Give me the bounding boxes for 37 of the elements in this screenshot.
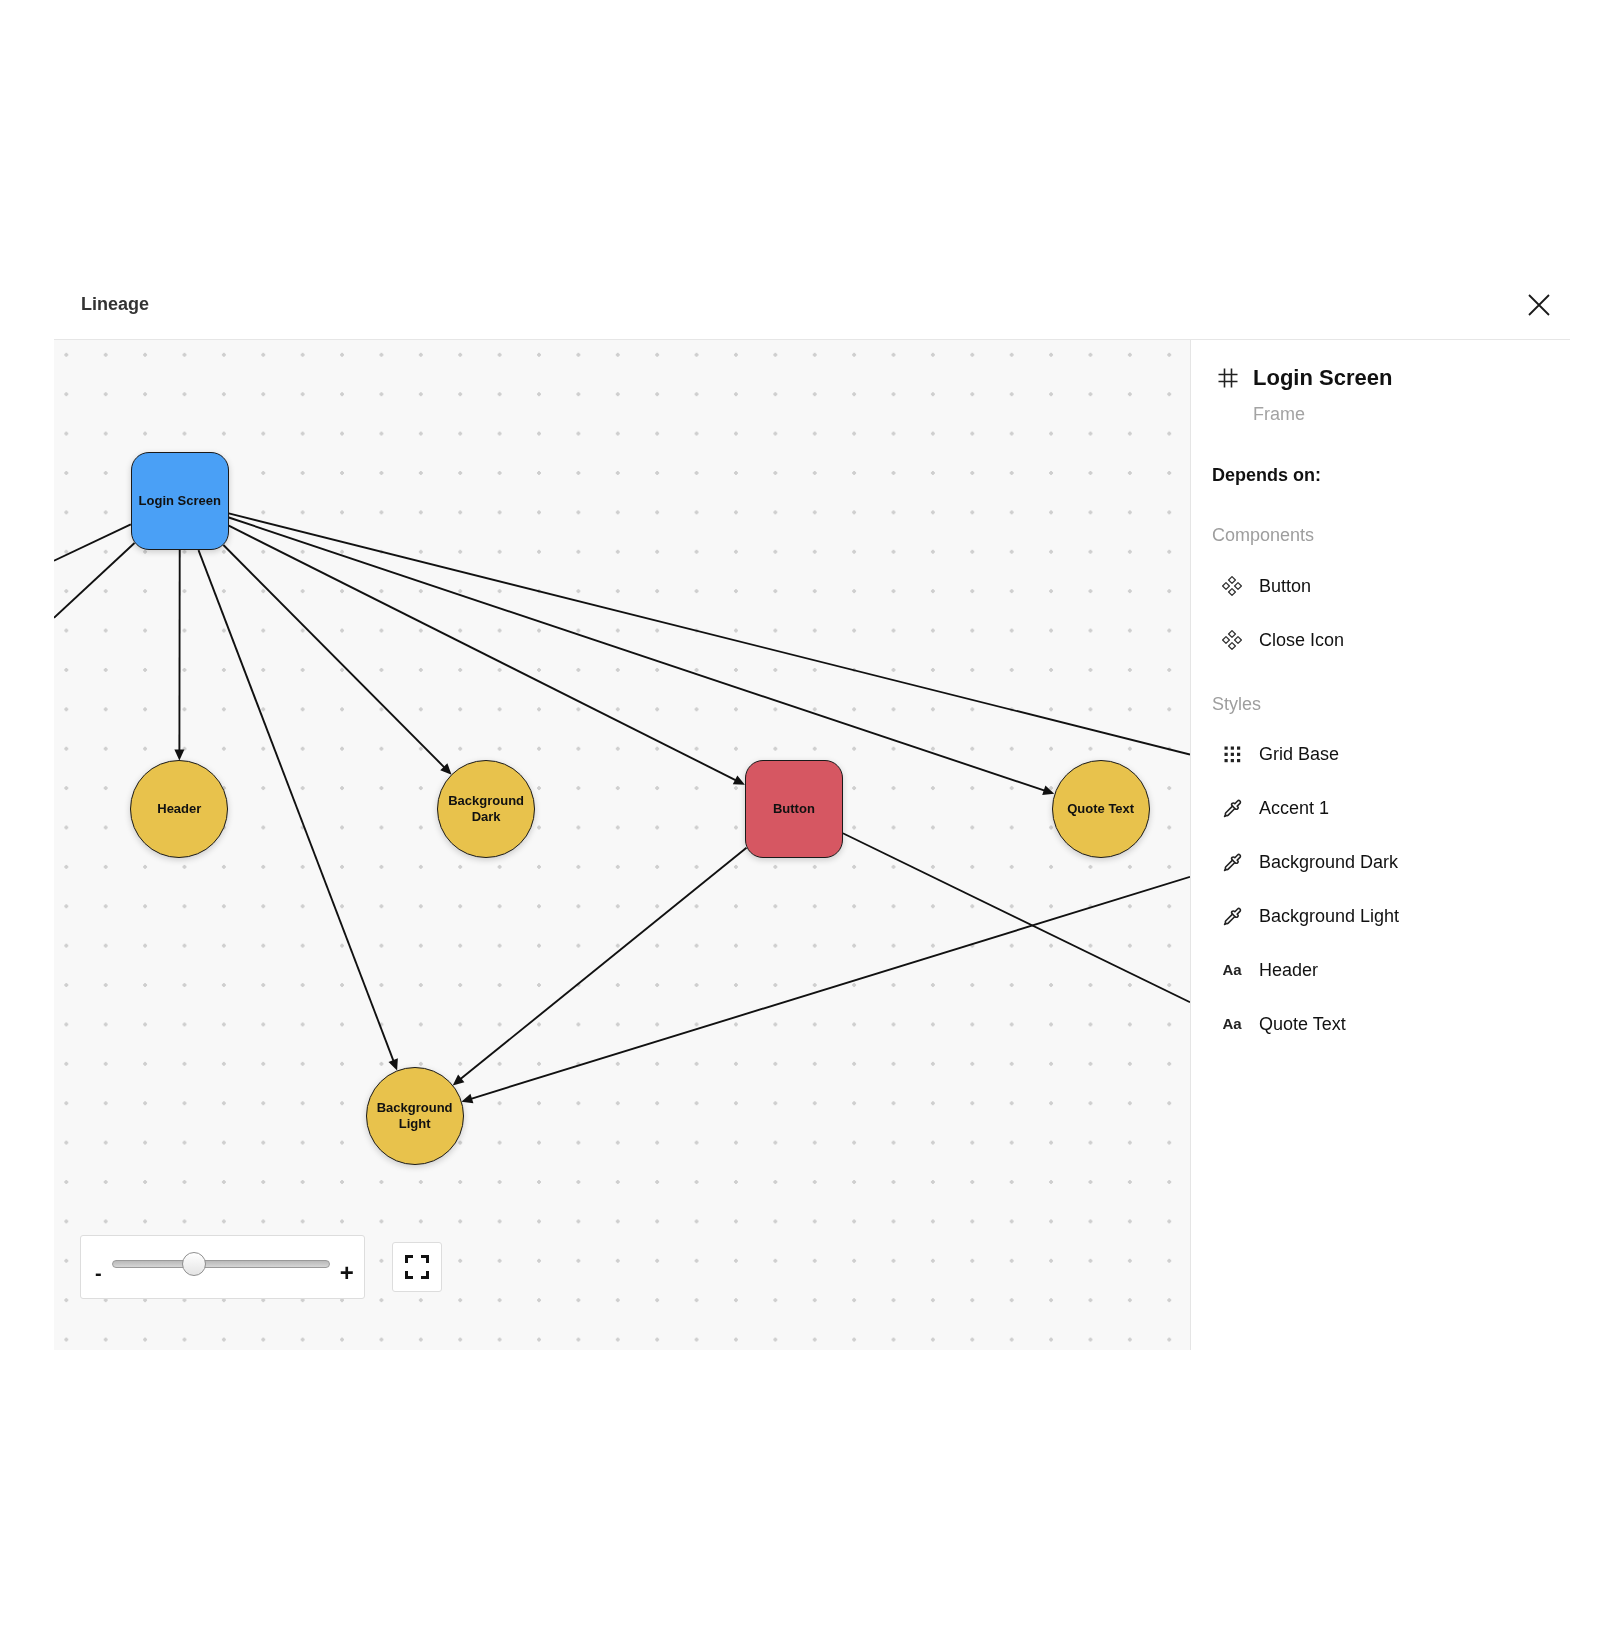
diagram-node: Background Light — [365, 1067, 464, 1166]
dependency-item[interactable]: Button — [1212, 574, 1312, 598]
diagram-node: Header — [130, 760, 229, 859]
section-label: Components — [1212, 524, 1315, 547]
section-heading: Depends on: — [1212, 464, 1321, 487]
eyedropper-icon — [1222, 852, 1242, 872]
slider-thumb[interactable] — [181, 1252, 206, 1276]
dot-grid-icon — [1223, 745, 1241, 763]
four-diamonds-icon — [1222, 576, 1242, 596]
node-type-label: Frame — [1253, 403, 1305, 426]
dependency-item[interactable]: Close Icon — [1212, 628, 1345, 652]
dependency-item[interactable]: Grid Base — [1212, 742, 1340, 766]
aa-glyph: Aa — [1222, 1015, 1242, 1033]
hash-icon — [1218, 368, 1238, 388]
diagram-node: Background Dark — [437, 760, 536, 859]
dependency-item[interactable]: Accent 1 — [1212, 796, 1330, 820]
dependency-item[interactable]: Background Light — [1212, 904, 1400, 928]
dependency-item[interactable]: Background Dark — [1212, 850, 1399, 874]
zoom-slider[interactable] — [111, 1252, 330, 1276]
diagram-node: Quote Text — [1051, 760, 1150, 859]
panel-title: Login Screen — [1253, 364, 1393, 392]
aa-glyph: Aa — [1222, 961, 1242, 979]
dialog-title: Lineage — [81, 293, 150, 316]
dependency-item[interactable]: Aa Quote Text — [1212, 1012, 1346, 1036]
section-label: Styles — [1212, 693, 1262, 716]
diagram-node: Login Screen — [130, 452, 229, 551]
four-diamonds-icon — [1222, 630, 1242, 650]
close-button[interactable] — [1528, 293, 1550, 316]
dependency-item[interactable]: Aa Header — [1212, 958, 1319, 982]
eyedropper-icon — [1222, 798, 1242, 818]
close-icon — [1528, 293, 1550, 316]
diagram-node: Button — [744, 760, 843, 859]
zoom-in-button[interactable]: + — [339, 1261, 354, 1285]
expand-corners-icon — [405, 1255, 429, 1279]
fit-view-button[interactable] — [392, 1242, 442, 1292]
zoom-out-button[interactable]: - — [95, 1262, 102, 1284]
eyedropper-icon — [1222, 906, 1242, 926]
